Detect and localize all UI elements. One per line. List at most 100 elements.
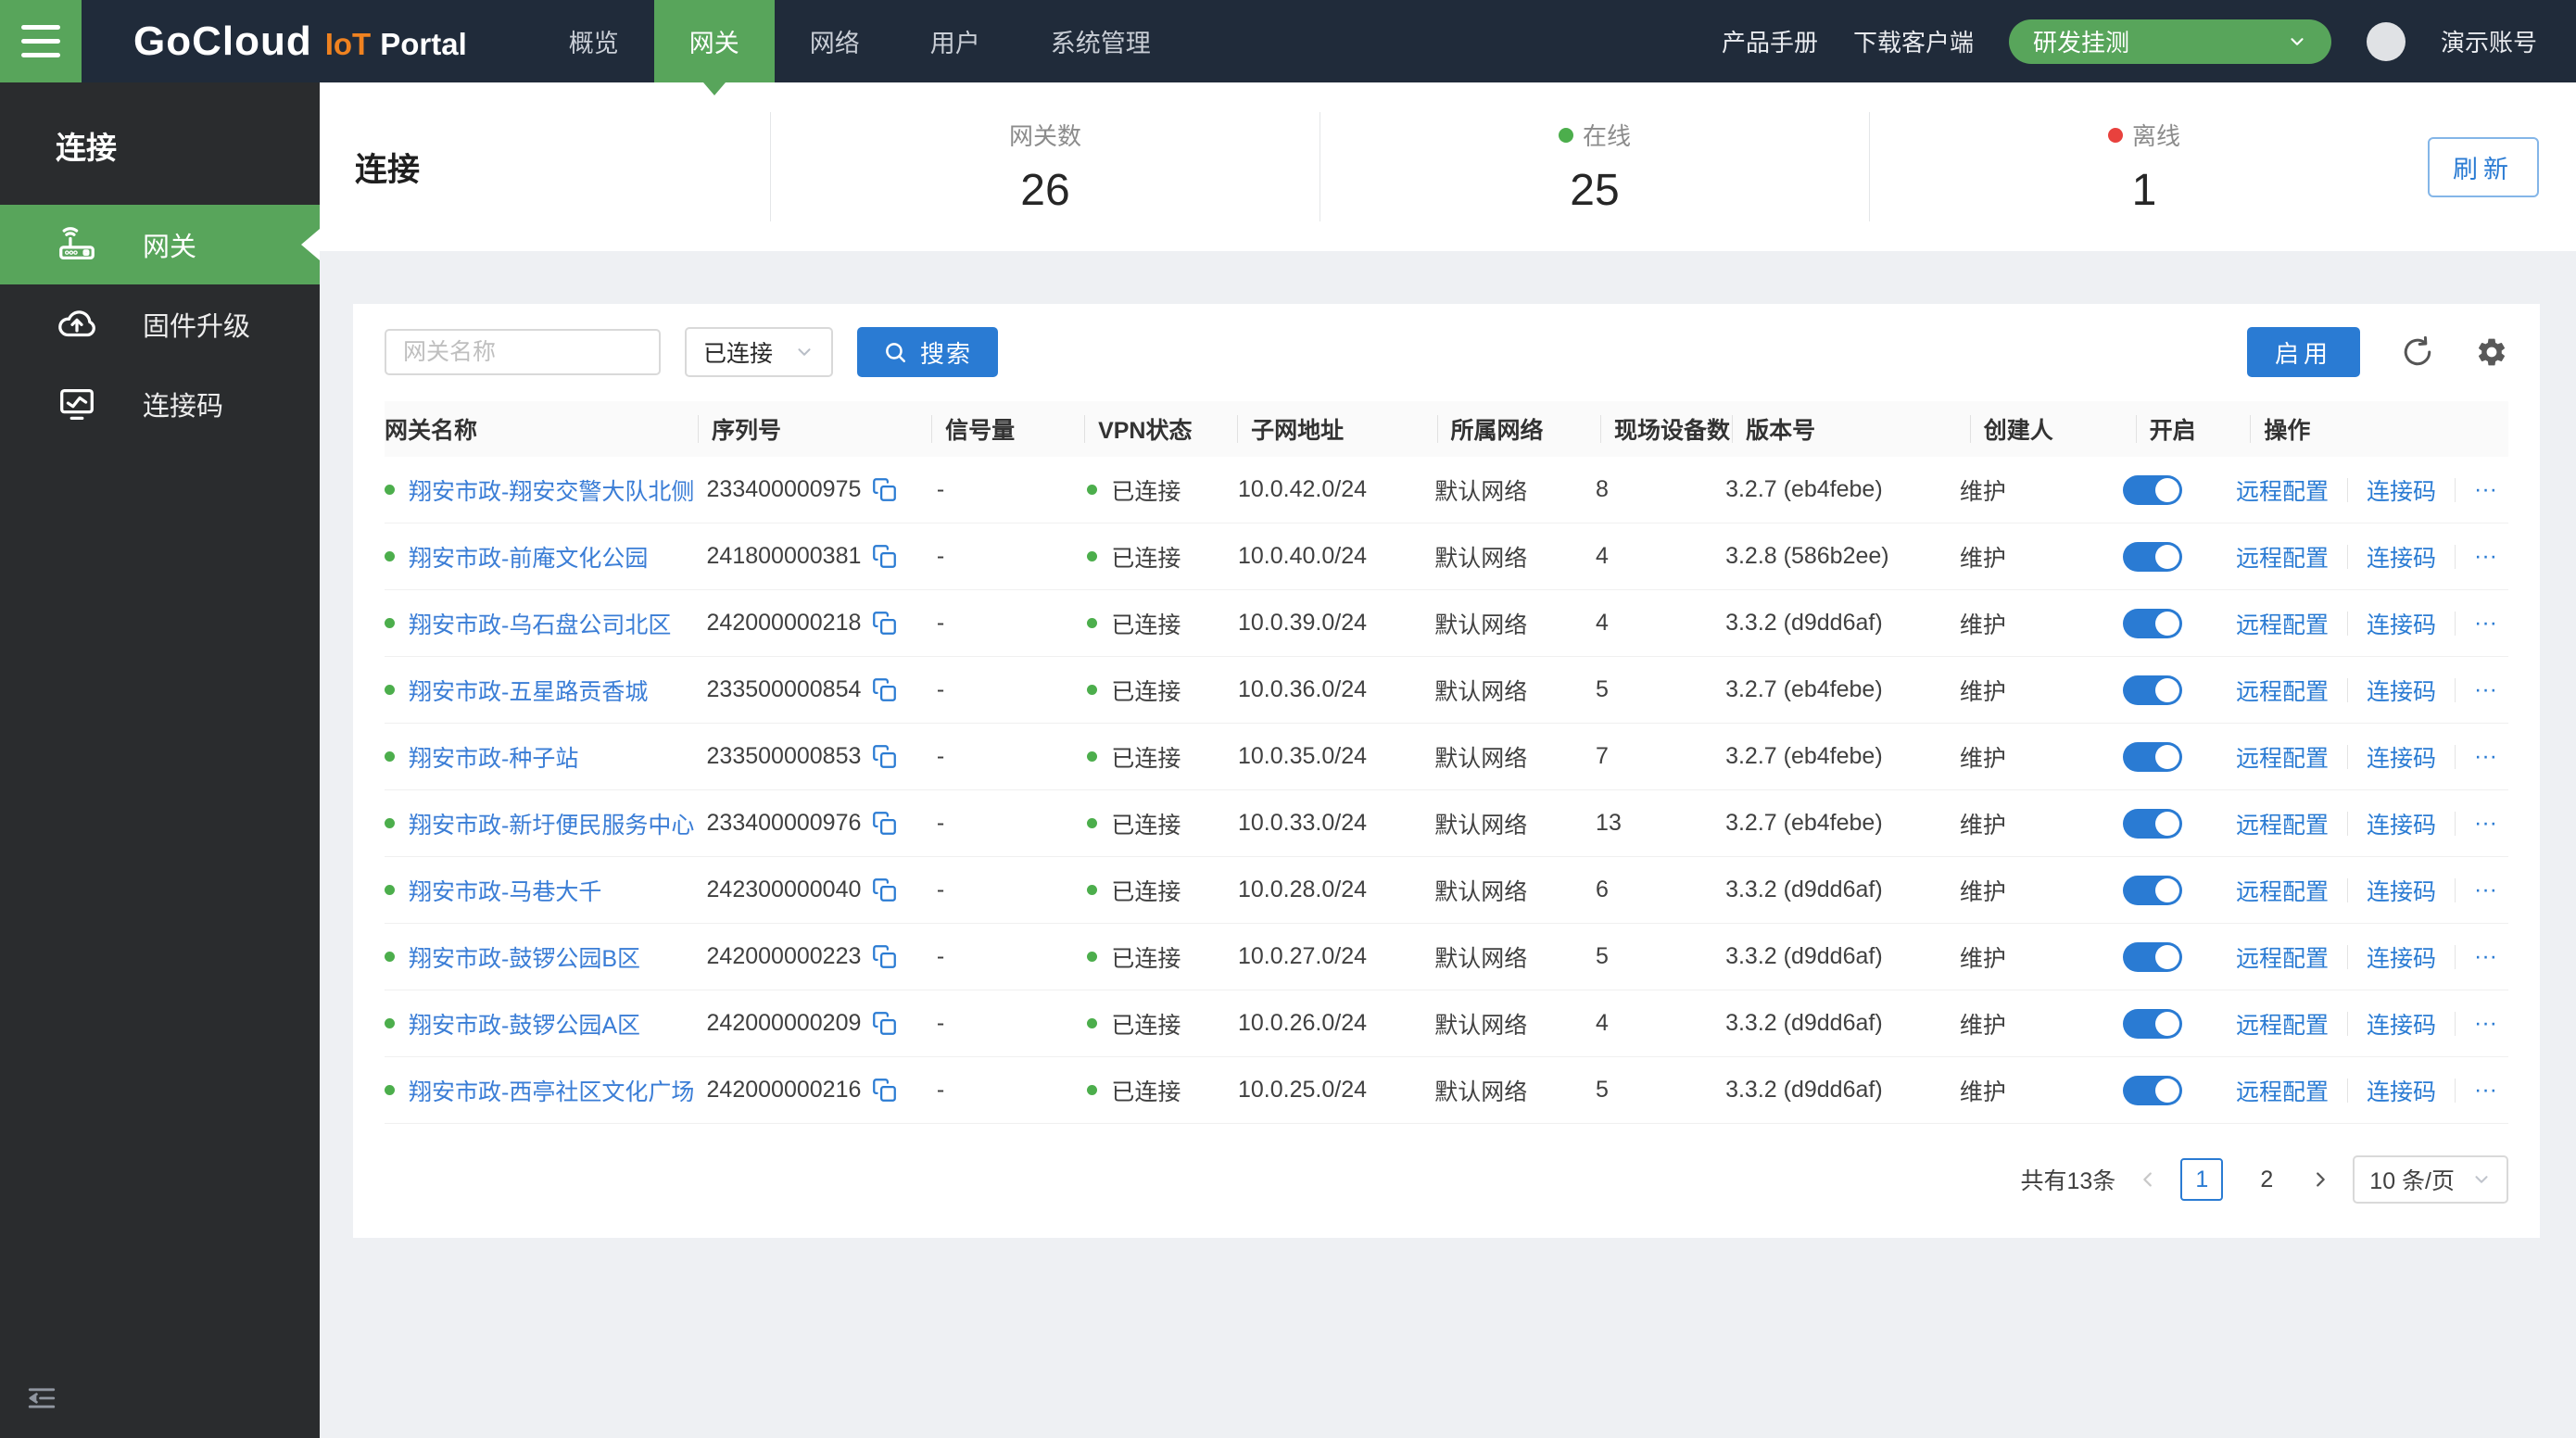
row-more-button[interactable]: ··· [2474,610,2497,637]
prev-page-icon[interactable] [2138,1169,2158,1190]
vpn-status-label: 已连接 [1111,540,1181,574]
row-more-button[interactable]: ··· [2474,1010,2497,1037]
copy-icon[interactable] [872,1078,897,1103]
enable-toggle[interactable] [2123,1009,2182,1039]
nav-item-overview[interactable]: 概览 [534,0,654,82]
connection-code-link[interactable]: 连接码 [2367,1074,2436,1107]
row-more-button[interactable]: ··· [2474,543,2497,570]
connection-code-link[interactable]: 连接码 [2367,540,2436,574]
sidebar-item-connection-code[interactable]: 连接码 [0,364,320,444]
remote-config-link[interactable]: 远程配置 [2236,807,2329,840]
row-more-button[interactable]: ··· [2474,743,2497,770]
nav-item-network[interactable]: 网络 [775,0,895,82]
row-more-button[interactable]: ··· [2474,810,2497,837]
remote-config-link[interactable]: 远程配置 [2236,607,2329,640]
menu-toggle-button[interactable] [0,0,82,82]
remote-config-link[interactable]: 远程配置 [2236,473,2329,507]
download-client-link[interactable]: 下载客户端 [1853,24,1974,58]
connection-code-link[interactable]: 连接码 [2367,473,2436,507]
divider [2455,812,2456,836]
column-header: 操作 [2264,412,2508,446]
page-number-2[interactable]: 2 [2245,1158,2288,1201]
gateway-name-link[interactable]: 翔安市政-鼓锣公园B区 [409,940,640,974]
remote-config-link[interactable]: 远程配置 [2236,874,2329,907]
copy-icon[interactable] [872,677,897,702]
enable-button[interactable]: 启用 [2247,327,2360,377]
enable-toggle[interactable] [2123,742,2182,772]
connection-code-link[interactable]: 连接码 [2367,1007,2436,1041]
signal-value: - [937,476,1088,503]
search-input[interactable] [385,329,661,375]
copy-icon[interactable] [872,1011,897,1036]
enable-toggle[interactable] [2123,542,2182,572]
gateway-name-link[interactable]: 翔安市政-前庵文化公园 [409,540,648,574]
collapse-sidebar-icon[interactable] [26,1382,57,1414]
page-number-1[interactable]: 1 [2180,1158,2223,1201]
reload-icon[interactable] [2401,335,2434,369]
row-more-button[interactable]: ··· [2474,943,2497,970]
remote-config-link[interactable]: 远程配置 [2236,674,2329,707]
enable-toggle[interactable] [2123,809,2182,839]
gateway-name-link[interactable]: 翔安市政-马巷大千 [409,874,601,907]
network-name: 默认网络 [1434,807,1596,840]
avatar[interactable] [2367,22,2406,61]
gateway-name-link[interactable]: 翔安市政-种子站 [409,740,578,774]
column-header: 现场设备数 [1614,412,1746,446]
enable-toggle[interactable] [2123,876,2182,905]
remote-config-link[interactable]: 远程配置 [2236,1074,2329,1107]
enable-toggle[interactable] [2123,475,2182,505]
enable-toggle[interactable] [2123,675,2182,705]
refresh-button[interactable]: 刷新 [2428,137,2539,197]
enable-toggle[interactable] [2123,1076,2182,1105]
vpn-status-dot-icon [1087,551,1097,561]
sidebar-item-gateway[interactable]: 网关 [0,205,320,284]
gateway-name-link[interactable]: 翔安市政-五星路贡香城 [409,674,648,707]
chevron-down-icon [2471,1169,2492,1190]
copy-icon[interactable] [872,611,897,636]
row-more-button[interactable]: ··· [2474,1077,2497,1104]
connection-code-link[interactable]: 连接码 [2367,674,2436,707]
row-more-button[interactable]: ··· [2474,476,2497,503]
gateway-name-link[interactable]: 翔安市政-新圩便民服务中心 [409,807,694,840]
row-more-button[interactable]: ··· [2474,877,2497,903]
remote-config-link[interactable]: 远程配置 [2236,540,2329,574]
sidebar-item-firmware-upgrade[interactable]: 固件升级 [0,284,320,364]
gateway-name-link[interactable]: 翔安市政-鼓锣公园A区 [409,1007,640,1041]
nav-item-system-admin[interactable]: 系统管理 [1016,0,1186,82]
copy-icon[interactable] [872,877,897,902]
subnet-address: 10.0.39.0/24 [1238,610,1434,637]
divider [2347,878,2348,902]
page-size-select[interactable]: 10 条/页 [2353,1155,2508,1204]
connection-code-link[interactable]: 连接码 [2367,807,2436,840]
connection-code-link[interactable]: 连接码 [2367,740,2436,774]
next-page-icon[interactable] [2310,1169,2330,1190]
remote-config-link[interactable]: 远程配置 [2236,740,2329,774]
connection-code-link[interactable]: 连接码 [2367,607,2436,640]
copy-icon[interactable] [872,477,897,502]
environment-select[interactable]: 研发挂测 [2009,19,2331,64]
gear-icon[interactable] [2475,335,2508,369]
product-manual-link[interactable]: 产品手册 [1722,24,1818,58]
sidebar: 连接 网关 固件升级 连接 [0,82,320,1438]
copy-icon[interactable] [872,544,897,569]
copy-icon[interactable] [872,744,897,769]
copy-icon[interactable] [872,944,897,969]
connection-code-link[interactable]: 连接码 [2367,874,2436,907]
version-number: 3.3.2 (d9dd6af) [1725,610,1960,637]
remote-config-link[interactable]: 远程配置 [2236,940,2329,974]
logo-text-gocloud: GoCloud [133,19,312,65]
enable-toggle[interactable] [2123,942,2182,972]
search-button[interactable]: 搜索 [857,327,998,377]
gateway-name-link[interactable]: 翔安市政-翔安交警大队北侧 [409,473,694,507]
gateway-name-link[interactable]: 翔安市政-乌石盘公司北区 [409,607,671,640]
copy-icon[interactable] [872,811,897,836]
connection-code-link[interactable]: 连接码 [2367,940,2436,974]
nav-item-gateway[interactable]: 网关 [654,0,775,82]
table-row: 翔安市政-翔安交警大队北侧 233400000975 - 已连接 10.0.42… [385,457,2508,523]
gateway-name-link[interactable]: 翔安市政-西亭社区文化广场 [409,1074,694,1107]
remote-config-link[interactable]: 远程配置 [2236,1007,2329,1041]
status-filter-select[interactable]: 已连接 [685,327,833,377]
nav-item-users[interactable]: 用户 [895,0,1016,82]
row-more-button[interactable]: ··· [2474,676,2497,703]
enable-toggle[interactable] [2123,609,2182,638]
